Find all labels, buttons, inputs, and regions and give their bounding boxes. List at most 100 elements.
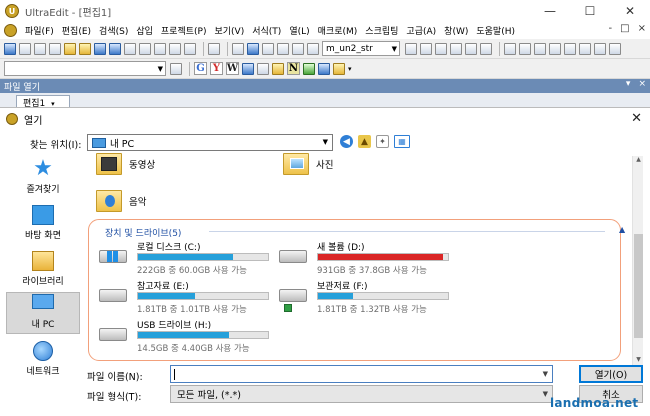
- navigation-toolbar: ◀ ▲ ✦ ▦: [340, 135, 410, 148]
- place-libraries[interactable]: 라이브러리: [6, 248, 80, 290]
- drive-item[interactable]: 보관저료 (F:) 1.81TB 중 1.32TB 사용 가능: [273, 279, 458, 315]
- chain-icon[interactable]: [318, 62, 330, 75]
- place-favorites[interactable]: ★ 즐겨찾기: [6, 156, 80, 198]
- panel-close-button[interactable]: ×: [638, 79, 646, 89]
- justify-icon[interactable]: [549, 42, 561, 55]
- close-button[interactable]: ✕: [610, 0, 650, 22]
- menu-macro[interactable]: 매크로(M): [314, 24, 362, 37]
- settings-icon[interactable]: [4, 42, 16, 55]
- up-folder-button[interactable]: ▲: [358, 135, 371, 148]
- menu-edit[interactable]: 편집(E): [58, 24, 95, 37]
- sheet-icon[interactable]: [303, 62, 315, 75]
- paste-icon[interactable]: [184, 42, 196, 55]
- folder-item-videos[interactable]: 동영상: [96, 153, 155, 175]
- align-left-icon[interactable]: [504, 42, 516, 55]
- open-recent-icon[interactable]: [79, 42, 91, 55]
- menu-window[interactable]: 창(W): [440, 24, 472, 37]
- yahoo-icon[interactable]: Y: [210, 62, 223, 75]
- menu-insert[interactable]: 삽입: [132, 24, 157, 37]
- windows-flag-icon[interactable]: [333, 62, 345, 75]
- forward-icon[interactable]: [34, 42, 46, 55]
- doc-minimize-button[interactable]: -: [609, 23, 613, 34]
- system-drive-icon: [99, 250, 127, 263]
- scroll-up-arrow-icon[interactable]: ▲: [633, 156, 644, 166]
- document-icon[interactable]: [4, 24, 17, 37]
- menu-project[interactable]: 프로젝트(P): [157, 24, 211, 37]
- font-combo[interactable]: ▼: [4, 61, 166, 76]
- look-in-combo[interactable]: 내 PC ▼: [87, 134, 333, 151]
- file-list-scrollbar[interactable]: ▲ ▼: [632, 156, 643, 366]
- menu-format[interactable]: 서식(T): [248, 24, 285, 37]
- dialog-close-button[interactable]: ✕: [631, 111, 642, 126]
- columns-icon[interactable]: [564, 42, 576, 55]
- doc-restore-button[interactable]: □: [620, 23, 629, 34]
- new-folder-button[interactable]: ✦: [376, 135, 389, 148]
- file-name-input[interactable]: ▼: [170, 365, 553, 383]
- notes-icon[interactable]: N: [287, 62, 300, 75]
- menu-advanced[interactable]: 고급(A): [402, 24, 440, 37]
- replace-in-files-icon[interactable]: [307, 42, 319, 55]
- group-title[interactable]: 장치 및 드라이브(5): [105, 226, 181, 239]
- find-combo[interactable]: m_un2_str ▼: [322, 41, 400, 56]
- find-icon[interactable]: [262, 42, 274, 55]
- print-icon[interactable]: [124, 42, 136, 55]
- menu-file[interactable]: 파일(F): [21, 24, 58, 37]
- find-prev-icon[interactable]: [420, 42, 432, 55]
- window-icon[interactable]: [609, 42, 621, 55]
- new-file-icon[interactable]: [49, 42, 61, 55]
- find-in-files-icon[interactable]: [292, 42, 304, 55]
- view-menu-button[interactable]: ▦: [394, 135, 410, 148]
- place-this-pc[interactable]: 내 PC: [6, 292, 80, 334]
- align-right-icon[interactable]: [534, 42, 546, 55]
- save-all-icon[interactable]: [109, 42, 121, 55]
- drive-item[interactable]: 참고자료 (E:) 1.81TB 중 1.01TB 사용 가능: [93, 279, 278, 315]
- folder-item-pictures[interactable]: 사진: [283, 153, 333, 175]
- menu-column[interactable]: 열(L): [285, 24, 313, 37]
- format-icon[interactable]: [170, 62, 182, 75]
- drive-item[interactable]: 새 볼륨 (D:) 931GB 중 37.8GB 사용 가능: [273, 240, 458, 276]
- chevron-down-icon[interactable]: ▾: [348, 65, 352, 73]
- menu-search[interactable]: 검색(S): [95, 24, 132, 37]
- place-desktop[interactable]: 바탕 화면: [6, 202, 80, 244]
- back-icon[interactable]: [19, 42, 31, 55]
- menu-view[interactable]: 보기(V): [210, 24, 248, 37]
- open-button[interactable]: 열기(O): [579, 365, 643, 383]
- book-icon[interactable]: [272, 62, 284, 75]
- panel-menu-button[interactable]: ▾: [626, 79, 631, 89]
- globe-icon[interactable]: [247, 42, 259, 55]
- replace-icon[interactable]: [277, 42, 289, 55]
- menu-help[interactable]: 도움말(H): [472, 24, 519, 37]
- open-folder-icon[interactable]: [64, 42, 76, 55]
- maximize-button[interactable]: ☐: [570, 0, 610, 22]
- reference-icon[interactable]: [242, 62, 254, 75]
- link-icon[interactable]: [257, 62, 269, 75]
- wrap-icon[interactable]: [232, 42, 244, 55]
- save-icon[interactable]: [94, 42, 106, 55]
- outdent-icon[interactable]: [480, 42, 492, 55]
- print-preview-icon[interactable]: [139, 42, 151, 55]
- place-network[interactable]: 네트워크: [6, 338, 80, 380]
- goto-icon[interactable]: [450, 42, 462, 55]
- list-icon[interactable]: [208, 42, 220, 55]
- chevron-up-icon[interactable]: ▲: [619, 225, 625, 234]
- table-icon[interactable]: [594, 42, 606, 55]
- minimize-button[interactable]: —: [530, 0, 570, 22]
- drive-item[interactable]: USB 드라이브 (H:) 14.5GB 중 4.40GB 사용 가능: [93, 318, 278, 354]
- bookmark-icon[interactable]: [435, 42, 447, 55]
- back-button[interactable]: ◀: [340, 135, 353, 148]
- scroll-thumb[interactable]: [634, 234, 643, 338]
- menu-scripting[interactable]: 스크립팅: [361, 24, 402, 37]
- align-center-icon[interactable]: [519, 42, 531, 55]
- cut-icon[interactable]: [154, 42, 166, 55]
- file-type-select[interactable]: 모든 파일, (*.*) ▼: [170, 385, 553, 403]
- wikipedia-icon[interactable]: W: [226, 62, 239, 75]
- drive-item[interactable]: 로컬 디스크 (C:) 222GB 중 60.0GB 사용 가능: [93, 240, 278, 276]
- copy-icon[interactable]: [169, 42, 181, 55]
- google-icon[interactable]: G: [194, 62, 207, 75]
- chevron-down-icon[interactable]: ▼: [543, 370, 548, 378]
- split-icon[interactable]: [579, 42, 591, 55]
- folder-item-music[interactable]: 음악: [96, 190, 146, 212]
- indent-icon[interactable]: [465, 42, 477, 55]
- doc-close-button[interactable]: ×: [638, 23, 646, 34]
- find-next-icon[interactable]: [405, 42, 417, 55]
